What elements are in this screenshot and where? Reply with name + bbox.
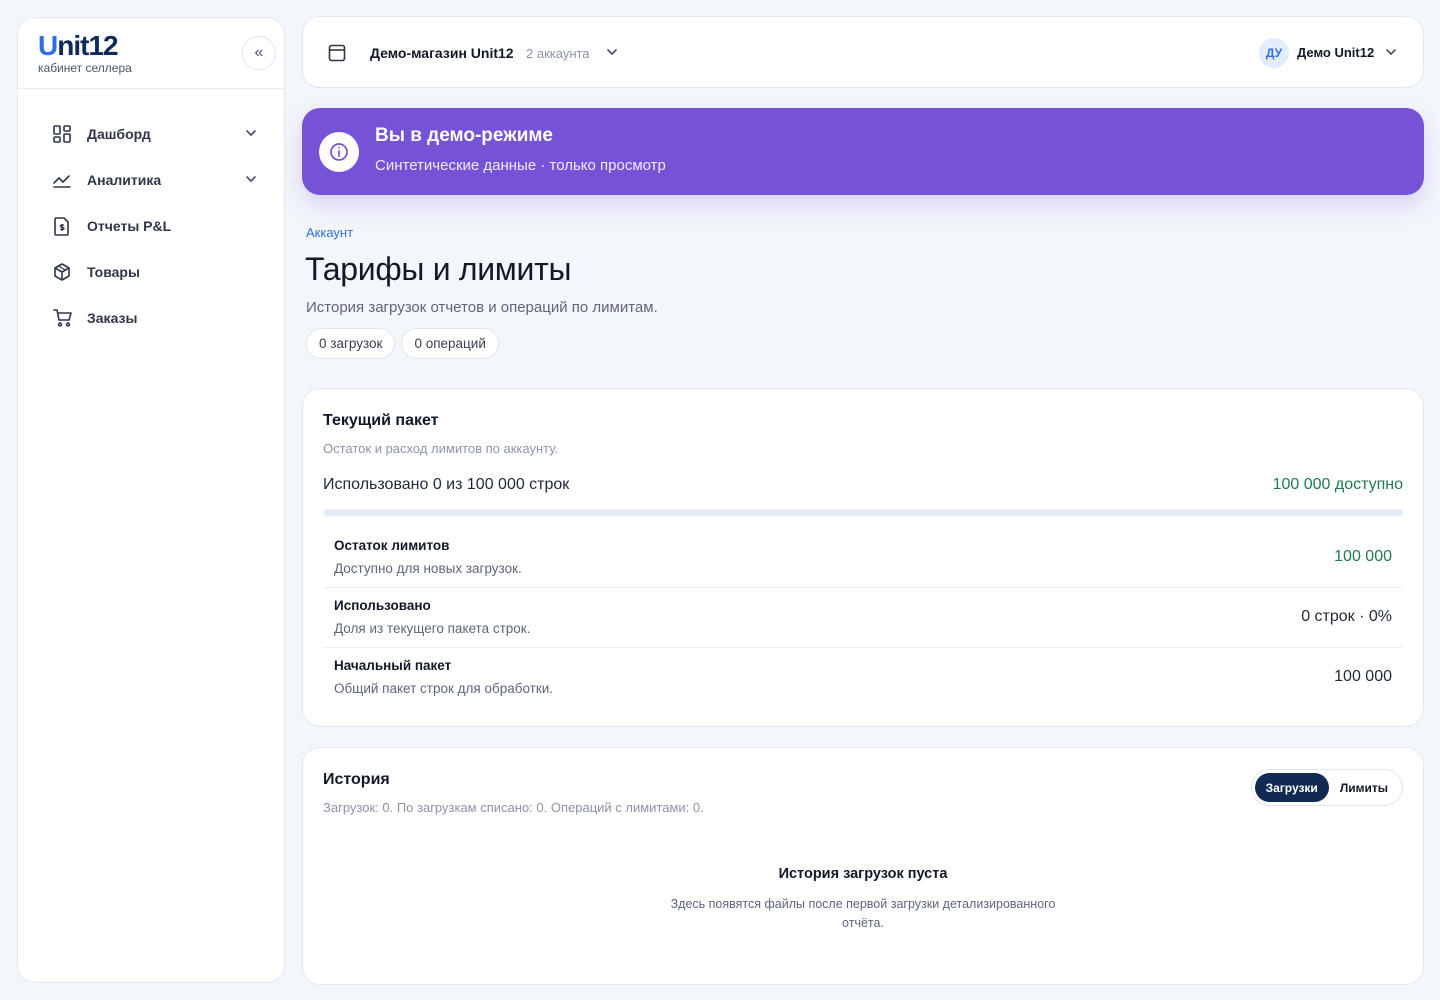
cart-icon <box>52 308 72 328</box>
sidebar-item-label: Товары <box>87 264 140 280</box>
sidebar-item-label: Заказы <box>87 310 138 326</box>
empty-state-title: История загрузок пуста <box>778 866 948 882</box>
chevron-down-icon[interactable] <box>605 45 619 59</box>
sidebar-item-analytics[interactable]: Аналитика <box>18 157 284 203</box>
user-menu[interactable]: Демо Unit12 <box>1297 45 1374 60</box>
brand-subtitle: кабинет селлера <box>38 61 132 75</box>
stat-value: 100 000 <box>1334 548 1392 565</box>
page-subtitle: История загрузок отчетов и операций по л… <box>306 299 658 316</box>
stat-value: 0 строк · 0% <box>1301 608 1392 625</box>
chevron-down-icon <box>246 130 256 137</box>
sidebar-item-dashboard[interactable]: Дашборд <box>18 111 284 157</box>
usage-progress-bar <box>323 509 1403 516</box>
box-icon <box>52 262 72 282</box>
store-accounts-count[interactable]: 2 аккаунта <box>526 46 590 61</box>
report-document-icon <box>52 216 72 236</box>
tab-uploads[interactable]: Загрузки <box>1254 773 1329 802</box>
history-card: История Загрузок: 0. По загрузкам списан… <box>302 747 1424 985</box>
tab-limits[interactable]: Лимиты <box>1329 773 1399 802</box>
sidebar-divider <box>18 88 284 89</box>
double-chevron-left-icon: « <box>254 44 264 61</box>
analytics-chart-icon <box>52 170 72 190</box>
sidebar-item-orders[interactable]: Заказы <box>18 295 284 341</box>
sidebar-item-label: Дашборд <box>87 126 151 142</box>
chevron-down-icon <box>246 176 256 183</box>
stat-description: Доля из текущего пакета строк. <box>334 621 531 636</box>
avatar[interactable]: ДУ <box>1259 38 1289 68</box>
list-item: Начальный пакет Общий пакет строк для об… <box>323 648 1403 708</box>
brand-logo-u: U <box>38 30 58 61</box>
demo-banner-title: Вы в демо-режиме <box>375 125 553 146</box>
current-package-card: Текущий пакет Остаток и расход лимитов п… <box>302 388 1424 727</box>
demo-banner-subtitle: Синтетические данные · только просмотр <box>375 157 666 174</box>
store-window-icon <box>328 44 346 62</box>
collapse-sidebar-button[interactable]: « <box>242 36 276 70</box>
list-item: Остаток лимитов Доступно для новых загру… <box>323 528 1403 588</box>
sidebar-item-reports[interactable]: Отчеты P&L <box>18 203 284 249</box>
topbar: Демо-магазин Unit12 2 аккаунта ДУ Демо U… <box>302 16 1424 88</box>
page-title: Тарифы и лимиты <box>305 251 572 287</box>
usage-label: Использовано 0 из 100 000 строк <box>323 476 570 493</box>
sidebar-item-products[interactable]: Товары <box>18 249 284 295</box>
card-subtitle: Загрузок: 0. По загрузкам списано: 0. Оп… <box>323 800 704 815</box>
available-label: 100 000 доступно <box>1272 476 1403 493</box>
brand-logo-rest: nit12 <box>57 30 118 61</box>
stat-value: 100 000 <box>1334 668 1392 685</box>
list-item: Использовано Доля из текущего пакета стр… <box>323 588 1403 648</box>
chevron-down-icon[interactable] <box>1384 45 1398 59</box>
card-subtitle: Остаток и расход лимитов по аккаунту. <box>323 441 559 456</box>
history-tabs: Загрузки Лимиты <box>1250 769 1403 806</box>
stat-name: Начальный пакет <box>334 658 452 673</box>
limits-list: Остаток лимитов Доступно для новых загру… <box>323 528 1403 708</box>
demo-mode-banner: Вы в демо-режиме Синтетические данные · … <box>302 108 1424 195</box>
card-title: История <box>323 771 390 788</box>
breadcrumb[interactable]: Аккаунт <box>306 225 353 240</box>
brand[interactable]: Unit12 кабинет селлера <box>38 30 132 75</box>
card-title: Текущий пакет <box>323 412 439 429</box>
uploads-count-chip: 0 загрузок <box>306 328 396 359</box>
empty-state-description: Здесь появятся файлы после первой загруз… <box>670 897 1056 930</box>
stat-description: Общий пакет строк для обработки. <box>334 681 554 696</box>
dashboard-grid-icon <box>52 124 72 144</box>
summary-chips: 0 загрузок 0 операций <box>306 328 499 359</box>
sidebar-item-label: Аналитика <box>87 172 162 188</box>
sidebar: Unit12 кабинет селлера « Дашборд Аналити… <box>17 17 285 983</box>
store-selector[interactable]: Демо-магазин Unit12 <box>370 45 514 61</box>
sidebar-nav: Дашборд Аналитика Отчеты P&L Товары Зака… <box>18 111 284 341</box>
stat-description: Доступно для новых загрузок. <box>334 561 522 576</box>
stat-name: Остаток лимитов <box>334 538 450 553</box>
operations-count-chip: 0 операций <box>401 328 499 359</box>
info-icon <box>319 132 359 172</box>
sidebar-item-label: Отчеты P&L <box>87 218 172 234</box>
brand-logo: Unit12 <box>38 30 132 62</box>
stat-name: Использовано <box>334 598 431 613</box>
